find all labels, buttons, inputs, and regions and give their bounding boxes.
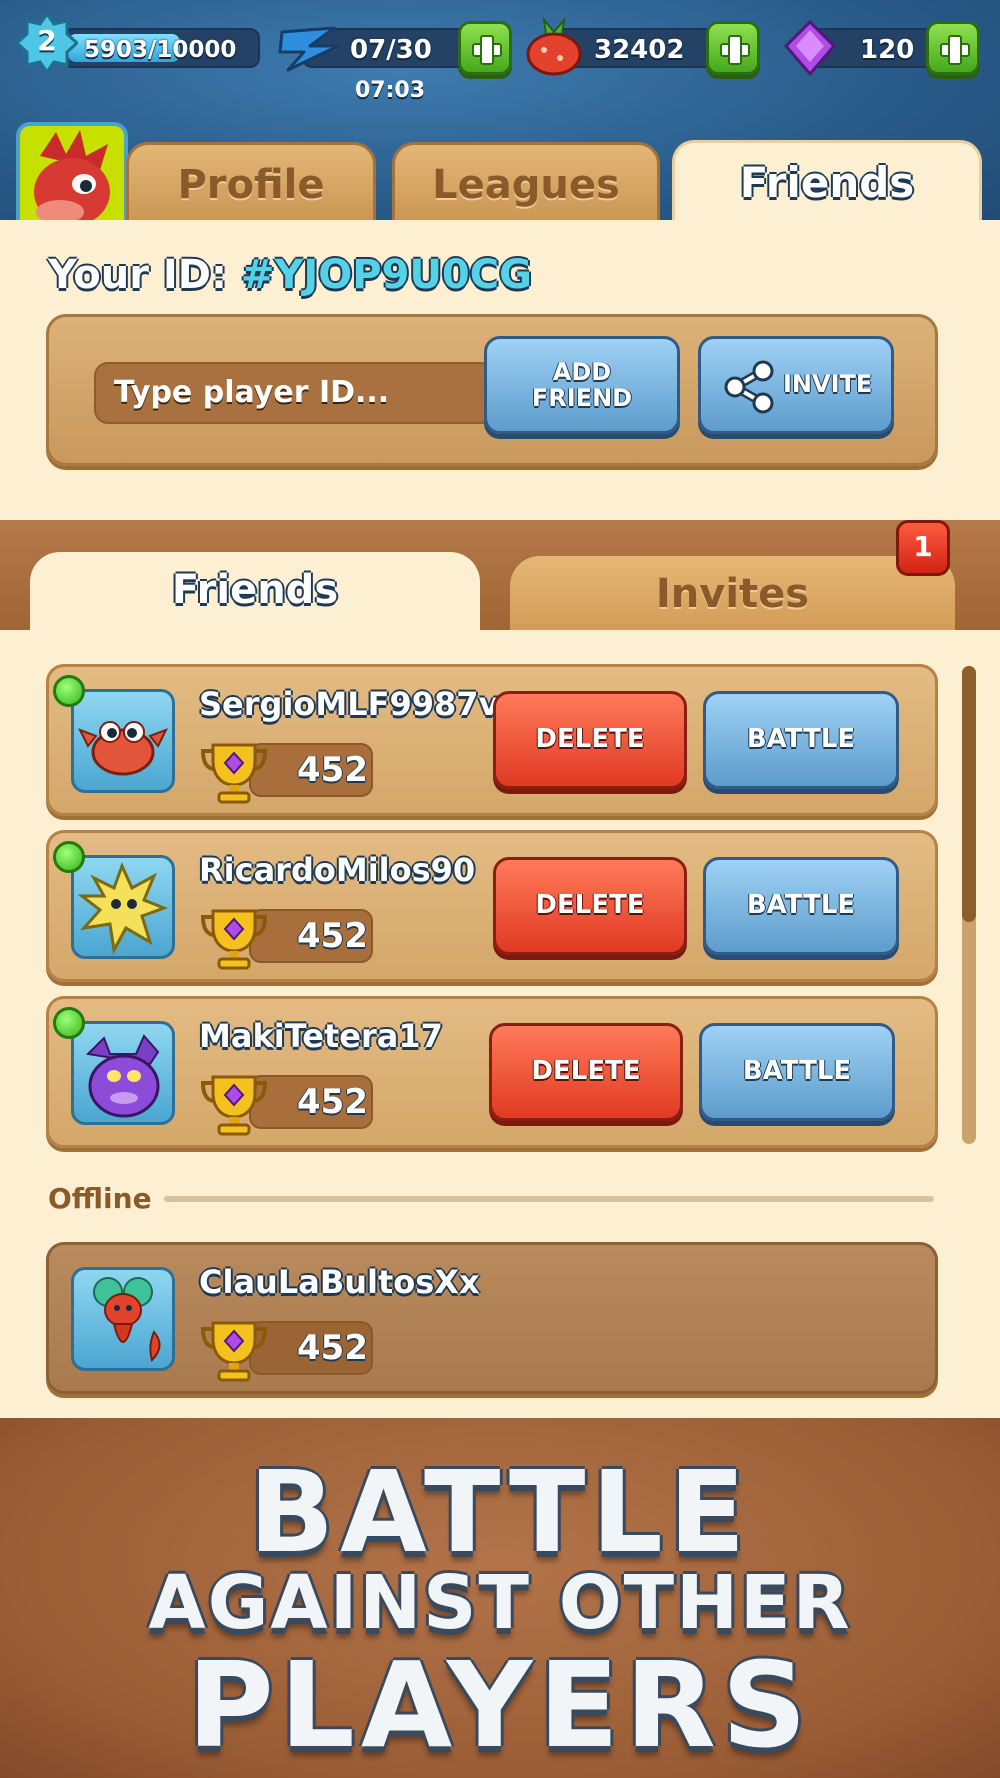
xp-pill: 5903/10000 [62,28,260,68]
player-id-line: Your ID: #YJOP9U0CG [48,252,532,298]
food-plus-button[interactable] [706,21,760,75]
friend-row: MakiTetera17 452 DELETE BATTLE [46,996,938,1148]
xp-value: 5903/10000 [84,37,237,63]
online-status-dot [53,841,85,873]
banner-line-1: BATTLE [248,1448,752,1578]
online-status-dot [53,675,85,707]
gem-plus-button[interactable] [926,21,980,75]
scrollbar-thumb[interactable] [962,666,976,922]
friend-name: ClauLaBultosXx [199,1263,480,1301]
energy-value: 07/30 [350,35,432,65]
add-friend-label-line1: ADD [552,358,612,386]
invite-button[interactable]: INVITE [698,336,894,434]
friend-name: RicardoMilos90 [199,851,476,889]
energy-bolt-icon [278,26,340,72]
delete-friend-button[interactable]: DELETE [493,857,687,955]
energy-timer: 07:03 [354,78,426,103]
offline-divider [164,1196,934,1202]
food-value: 32402 [594,35,685,65]
energy-counter: 07/30 [272,20,512,76]
gem-counter: 120 [780,19,990,77]
friend-avatar[interactable] [71,855,175,959]
friend-avatar[interactable] [71,1021,175,1125]
crab-creature-icon [77,721,169,776]
invites-notification-badge: 1 [896,520,950,576]
sub-tab-friends[interactable]: Friends [30,552,480,642]
player-id-value: #YJOP9U0CG [240,252,532,298]
online-status-dot [53,1007,85,1039]
trophy-icon [200,1321,268,1382]
friend-row: SergioMLF9987v 452 DELETE BATTLE [46,664,938,816]
invite-label: INVITE [783,370,873,398]
friend-avatar[interactable] [71,1267,175,1371]
gem-value: 120 [860,35,915,65]
friend-name: SergioMLF9987v [199,685,500,723]
trophy-icon [200,909,268,970]
dragon-avatar-icon [20,126,124,230]
purple-dragon-icon [85,1034,160,1118]
tab-leagues[interactable]: Leagues [392,142,660,226]
add-friend-button[interactable]: ADD FRIEND [484,336,680,434]
gem-icon [783,19,837,77]
energy-plus-button[interactable] [458,21,512,75]
friend-list-scrollbar[interactable] [962,666,976,1144]
level-badge: 2 [14,11,80,75]
share-icon [724,360,774,414]
delete-friend-button[interactable]: DELETE [493,691,687,789]
battle-friend-button[interactable]: BATTLE [703,857,899,955]
sub-tab-invites[interactable]: Invites [510,556,955,638]
friend-name: MakiTetera17 [199,1017,443,1055]
player-id-label: Your ID: [48,252,227,298]
player-id-input[interactable]: Type player ID... [94,362,494,424]
trophy-icon [200,743,268,804]
banner-line-2: AGAINST OTHER [148,1560,852,1646]
electric-creature-icon [77,862,169,955]
trophy-icon [200,1075,268,1136]
tab-profile[interactable]: Profile [126,142,376,226]
chili-creature-icon [93,1277,161,1362]
banner-line-3: PLAYERS [187,1636,813,1774]
player-avatar[interactable] [16,122,128,234]
add-friend-label-line2: FRIEND [531,384,633,412]
battle-friend-button[interactable]: BATTLE [699,1023,895,1121]
offline-section-label: Offline [48,1182,152,1215]
level-number: 2 [37,24,57,57]
food-counter: 32402 [520,16,760,76]
delete-friend-button[interactable]: DELETE [489,1023,683,1121]
friend-row: RicardoMilos90 452 DELETE BATTLE [46,830,938,982]
battle-friend-button[interactable]: BATTLE [703,691,899,789]
berry-icon [526,16,582,76]
friend-avatar[interactable] [71,689,175,793]
friend-row-offline: ClauLaBultosXx 452 [46,1242,938,1394]
